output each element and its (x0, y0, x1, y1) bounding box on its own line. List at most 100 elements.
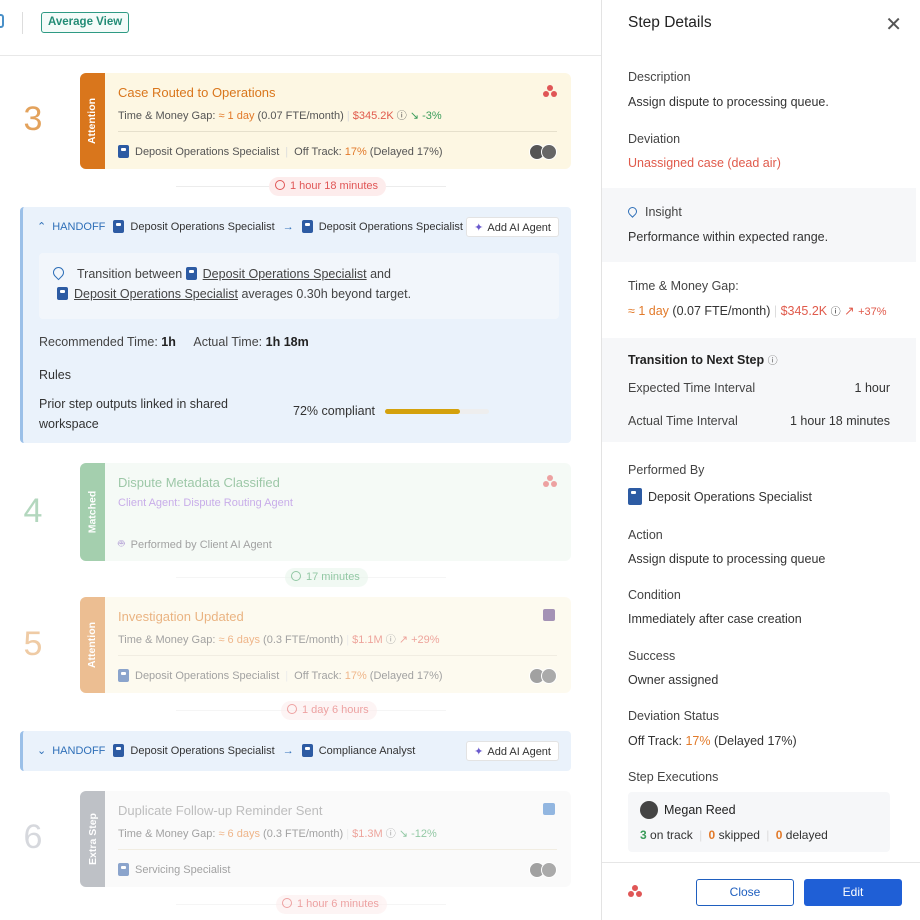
app-logo-icon (628, 885, 642, 897)
arrow-right-icon: → (282, 744, 294, 757)
trend-up-icon: ↗ (844, 304, 855, 318)
compliance-value: 72% compliant (293, 404, 375, 418)
success-label: Success (628, 649, 676, 663)
info-icon: ⓘ (385, 829, 396, 840)
clock-icon (291, 571, 301, 581)
step-number: 4 (23, 492, 43, 530)
executions-label: Step Executions (628, 770, 719, 784)
action-label: Action (628, 528, 663, 542)
role-icon (118, 145, 129, 158)
trend-up-icon: ↗ (398, 634, 409, 646)
sparkle-icon: ✦ (474, 746, 484, 758)
step-card[interactable]: Extra Step Duplicate Follow-up Reminder … (80, 791, 571, 887)
description-label: Description (628, 70, 691, 84)
close-button[interactable]: Close (696, 879, 794, 906)
gap-label: Time & Money Gap: (628, 279, 739, 293)
step-title: Case Routed to Operations (118, 85, 276, 100)
time-comparison: Recommended Time: 1h Actual Time: 1h 18m (39, 335, 309, 349)
role-icon (301, 744, 313, 757)
step-card[interactable]: Attention Case Routed to Operations Time… (80, 73, 571, 169)
deviation-value: Unassigned case (dead air) (628, 156, 781, 170)
step-number: 3 (23, 100, 43, 138)
app-logo-icon (543, 85, 557, 97)
collapse-icon[interactable] (0, 14, 4, 28)
status-badge: Matched (80, 463, 105, 561)
clock-icon (282, 898, 292, 908)
role-icon (118, 863, 129, 876)
handoff-panel: ⌃ HANDOFF Deposit Operations Specialist … (20, 207, 571, 443)
add-ai-agent-button[interactable]: ✦ Add AI Agent (466, 741, 559, 761)
role-link[interactable]: Deposit Operations Specialist (74, 287, 238, 301)
average-view-button[interactable]: Average View (41, 12, 130, 33)
duration-pill: 1 day 6 hours (281, 701, 377, 720)
step-card[interactable]: Attention Investigation Updated Time & M… (80, 597, 571, 693)
description-value: Assign dispute to processing queue. (628, 95, 829, 109)
devstatus-value: Off Track: 17% (Delayed 17%) (628, 734, 797, 748)
time-money-gap: Time & Money Gap: ≈ 1 day (0.07 FTE/mont… (118, 110, 442, 122)
compliance-bar (385, 409, 489, 414)
clock-icon (275, 180, 285, 190)
rules-heading: Rules (39, 368, 71, 382)
gap-value: ≈ 1 day (0.07 FTE/month) | $345.2K ⓘ ↗ +… (628, 304, 887, 318)
role-icon (113, 744, 125, 757)
deviation-label: Deviation (628, 132, 681, 146)
transition-label: Transition to Next Step ⓘ (628, 353, 778, 367)
clock-icon (287, 704, 297, 714)
avatar-group (529, 668, 559, 684)
trend-down-icon: ↘ (398, 828, 409, 840)
trend-down-icon: ↘ (409, 110, 420, 122)
edit-button[interactable]: Edit (804, 879, 902, 906)
process-steps-panel: Average View 3 Attention Case Routed to … (0, 0, 601, 920)
expected-value: 1 hour (854, 381, 890, 395)
role-icon (118, 669, 129, 682)
devstatus-label: Deviation Status (628, 709, 720, 723)
avatar-group (529, 144, 559, 160)
duration-pill: 1 hour 6 minutes (276, 895, 387, 914)
expected-label: Expected Time Interval (628, 381, 756, 395)
client-agent: Client Agent: Dispute Routing Agent (118, 497, 293, 509)
robot-icon: 🤖︎ (118, 538, 125, 550)
performed-by: 🤖︎ Performed by Client AI Agent (118, 538, 272, 551)
close-icon[interactable]: ✕ (885, 12, 902, 37)
role-icon (57, 287, 68, 300)
step-title: Dispute Metadata Classified (118, 475, 280, 490)
insight-value: Performance within expected range. (628, 230, 829, 244)
step-performer-row: Deposit Operations Specialist | Off Trac… (118, 145, 443, 158)
actual-value: 1 hour 18 minutes (789, 414, 890, 428)
step-title: Duplicate Follow-up Reminder Sent (118, 803, 323, 818)
step-number: 6 (23, 818, 43, 856)
time-money-gap: Time & Money Gap: ≈ 6 days (0.3 FTE/mont… (118, 634, 440, 646)
handoff-header[interactable]: ⌃ HANDOFF Deposit Operations Specialist … (37, 220, 463, 233)
info-icon: ⓘ (396, 111, 407, 122)
action-value: Assign dispute to processing queue (628, 552, 826, 566)
avatar-group (529, 862, 559, 878)
handoff-panel: ⌄ HANDOFF Deposit Operations Specialist … (20, 731, 571, 771)
add-ai-agent-button[interactable]: ✦ Add AI Agent (466, 217, 559, 237)
app-icon (543, 803, 555, 815)
status-badge: Attention (80, 73, 105, 169)
step-title: Investigation Updated (118, 609, 244, 624)
location-pin-icon (626, 205, 639, 218)
condition-label: Condition (628, 588, 681, 602)
app: Average View 3 Attention Case Routed to … (0, 0, 920, 920)
step-card[interactable]: Matched Dispute Metadata Classified Clie… (80, 463, 571, 561)
status-badge: Attention (80, 597, 105, 693)
chevron-up-icon[interactable]: ⌃ (37, 220, 46, 233)
role-link[interactable]: Deposit Operations Specialist (203, 267, 367, 281)
panel-footer: Close Edit (602, 862, 920, 920)
execution-stats: 3 on track | 0 skipped | 0 delayed (640, 828, 828, 842)
chevron-down-icon[interactable]: ⌄ (37, 744, 46, 757)
location-pin-icon (50, 264, 67, 281)
handoff-header[interactable]: ⌄ HANDOFF Deposit Operations Specialist … (37, 744, 415, 757)
info-icon: ⓘ (385, 635, 396, 646)
role-icon (628, 488, 642, 505)
execution-card[interactable]: Megan Reed 3 on track | 0 skipped | 0 de… (628, 792, 890, 852)
role-icon (185, 267, 197, 280)
handoff-insight: Transition between Deposit Operations Sp… (39, 253, 559, 319)
arrow-right-icon: → (282, 220, 294, 233)
step-details-panel: Step Details ✕ Description Assign disput… (601, 0, 920, 920)
step-performer-row: Servicing Specialist (118, 863, 230, 876)
success-value: Owner assigned (628, 673, 719, 687)
actual-label: Actual Time Interval (628, 414, 738, 428)
rule-text: Prior step outputs linked in shared work… (39, 397, 228, 431)
